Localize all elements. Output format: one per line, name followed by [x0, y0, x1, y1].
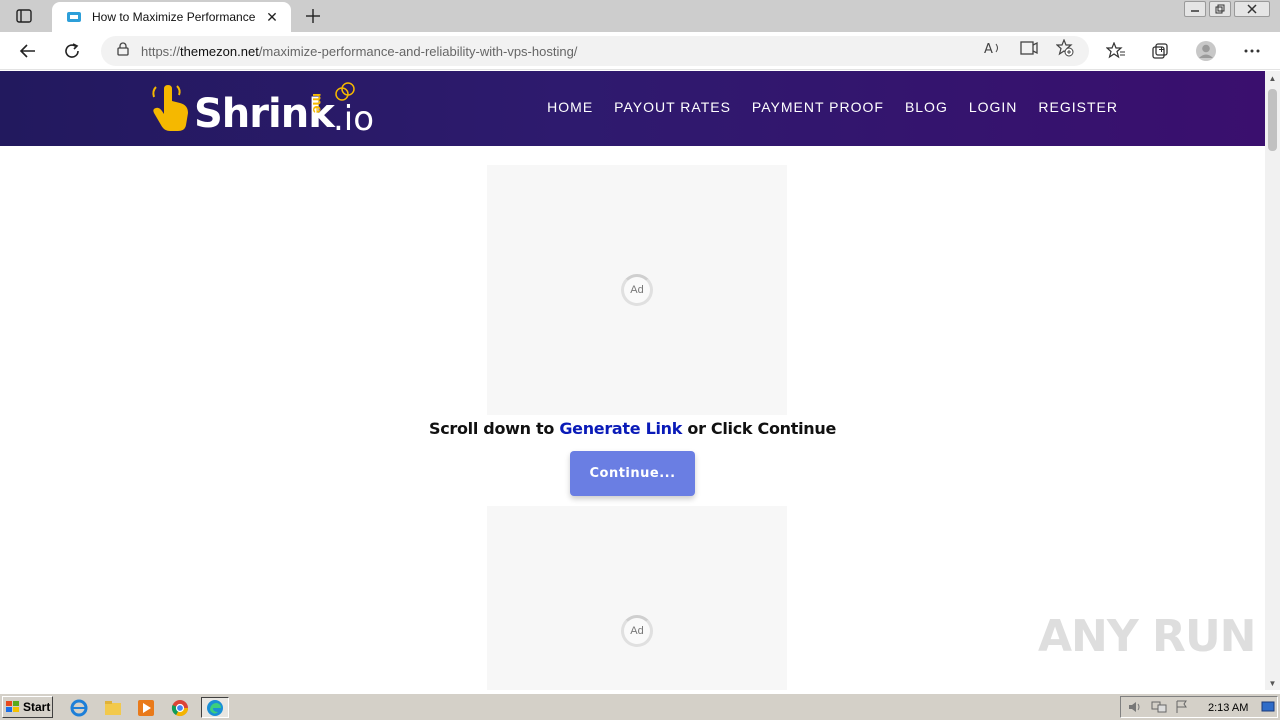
more-menu-icon[interactable] — [1240, 40, 1264, 62]
scrollbar-thumb[interactable] — [1268, 89, 1277, 151]
volume-icon[interactable] — [1127, 700, 1143, 719]
show-desktop-icon[interactable] — [1261, 700, 1275, 719]
file-explorer-icon[interactable] — [101, 697, 125, 718]
nav-register[interactable]: REGISTER — [1038, 99, 1118, 115]
action-center-flag-icon[interactable] — [1175, 700, 1189, 719]
address-bar[interactable]: https://themezon.net/maximize-performanc… — [101, 36, 1089, 66]
browser-tab[interactable]: How to Maximize Performance ✕ — [52, 2, 291, 32]
site-header: Shrink me .io HOME PAYOUT RATES PAYMENT … — [0, 71, 1265, 146]
nav-payout-rates[interactable]: PAYOUT RATES — [614, 99, 731, 115]
svg-text:A: A — [984, 42, 993, 55]
system-tray — [1120, 696, 1278, 718]
nav-payment-proof[interactable]: PAYMENT PROOF — [752, 99, 884, 115]
ad-slot-top[interactable]: Ad — [487, 165, 787, 415]
site-favicon-icon — [66, 9, 82, 25]
browser-toolbar: https://themezon.net/maximize-performanc… — [0, 32, 1280, 70]
chrome-icon[interactable] — [168, 697, 192, 718]
page-viewport: Shrink me .io HOME PAYOUT RATES PAYMENT … — [0, 71, 1265, 690]
tab-close-icon[interactable]: ✕ — [263, 8, 281, 26]
add-favorite-icon[interactable] — [1054, 38, 1076, 58]
generate-link[interactable]: Generate Link — [559, 419, 682, 438]
lock-icon[interactable] — [117, 41, 129, 61]
restore-window-icon[interactable] — [1209, 1, 1231, 17]
windows-logo-icon — [6, 701, 19, 712]
page-scrollbar[interactable]: ▲ ▼ — [1265, 71, 1280, 690]
ie-icon[interactable] — [67, 697, 91, 718]
tab-title: How to Maximize Performance — [92, 10, 256, 24]
scroll-down-icon[interactable]: ▼ — [1265, 676, 1280, 690]
scroll-up-icon[interactable]: ▲ — [1265, 71, 1280, 85]
reader-view-icon[interactable] — [1018, 38, 1040, 58]
nav-login[interactable]: LOGIN — [969, 99, 1018, 115]
instruction-text-start: Scroll down to — [428, 419, 560, 438]
taskbar-clock[interactable]: 2:13 AM — [1208, 702, 1248, 714]
nav-home[interactable]: HOME — [547, 99, 593, 115]
ad-slot-bottom[interactable]: Ad — [487, 506, 787, 690]
start-button[interactable]: Start — [2, 696, 53, 718]
logo-io: .io — [333, 99, 375, 139]
ad-loading-spinner-bottom: Ad — [621, 615, 653, 647]
scroll-instruction: Scroll down to Generate Link or Click Co… — [0, 419, 1265, 438]
continue-button[interactable]: Continue... — [570, 451, 695, 496]
network-icon[interactable] — [1151, 700, 1167, 719]
logo-rings-icon — [335, 82, 355, 101]
logo-me: me — [310, 93, 326, 114]
browser-titlebar: How to Maximize Performance ✕ — [0, 0, 1280, 32]
main-nav: HOME PAYOUT RATES PAYMENT PROOF BLOG LOG… — [547, 99, 1118, 115]
ad-loading-spinner: Ad — [621, 274, 653, 306]
favorites-icon[interactable] — [1104, 40, 1128, 62]
back-icon[interactable] — [14, 38, 42, 64]
refresh-icon[interactable] — [58, 38, 86, 64]
nav-blog[interactable]: BLOG — [905, 99, 948, 115]
url-text[interactable]: https://themezon.net/maximize-performanc… — [141, 44, 577, 59]
hand-pointer-icon — [152, 85, 188, 131]
instruction-text-end: or Click Continue — [682, 419, 837, 438]
taskbar: Start 2:13 AM — [0, 693, 1280, 720]
media-player-icon[interactable] — [134, 697, 158, 718]
site-logo[interactable]: Shrink me .io — [150, 81, 380, 139]
profile-avatar-icon[interactable] — [1194, 40, 1218, 62]
collections-icon[interactable] — [1148, 40, 1172, 62]
close-window-icon[interactable] — [1234, 1, 1270, 17]
new-tab-icon[interactable] — [302, 5, 324, 27]
minimize-window-icon[interactable] — [1184, 1, 1206, 17]
start-label: Start — [23, 700, 51, 714]
edge-icon[interactable] — [201, 697, 229, 718]
read-aloud-icon[interactable]: A — [982, 38, 1004, 58]
anyrun-watermark: ANY RUN — [1038, 611, 1256, 662]
tab-actions-icon[interactable] — [8, 6, 40, 26]
